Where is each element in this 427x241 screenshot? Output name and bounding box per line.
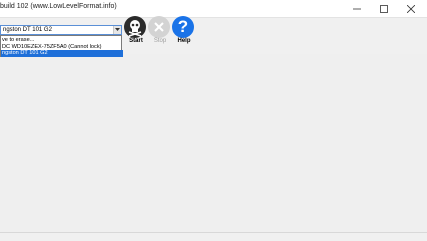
maximize-icon <box>380 5 388 13</box>
title-bar: build 102 (www.LowLevelFormat.info) <box>0 0 427 18</box>
window-title: build 102 (www.LowLevelFormat.info) <box>0 3 117 10</box>
drive-select-value: ngston DT 101 G2 <box>3 27 52 33</box>
close-icon <box>407 5 415 13</box>
minimize-button[interactable] <box>347 0 367 17</box>
dropdown-arrow-button[interactable] <box>113 26 121 34</box>
chevron-down-icon <box>115 28 120 31</box>
help-label: Help <box>177 38 191 44</box>
help-glyph: ? <box>177 17 189 36</box>
drive-select[interactable]: ngston DT 101 G2 <box>0 25 122 35</box>
drive-option-selected[interactable]: ngston DT 101 G2 <box>1 50 123 57</box>
drive-dropdown-list: ve to erase... DC WD10EZEX-75ZF5A0 (Cann… <box>0 35 123 57</box>
close-button[interactable] <box>401 0 421 17</box>
stop-x-icon <box>148 16 170 38</box>
skull-icon <box>124 16 146 38</box>
help-button[interactable]: ? Help <box>172 16 196 46</box>
minimize-icon <box>353 8 361 10</box>
maximize-button[interactable] <box>374 0 394 17</box>
help-question-icon: ? <box>172 16 194 38</box>
